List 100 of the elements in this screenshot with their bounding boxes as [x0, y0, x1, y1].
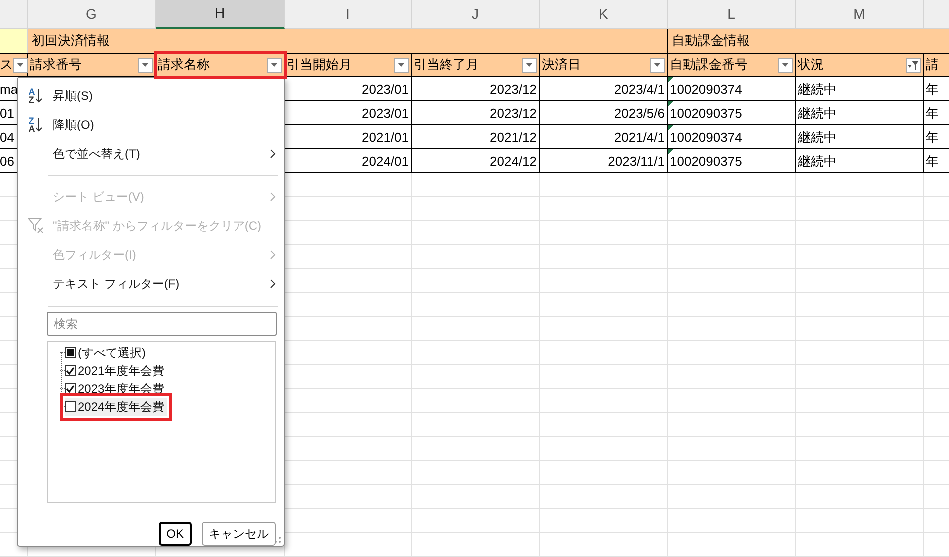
empty-cell[interactable]: [412, 221, 540, 245]
column-header[interactable]: J: [412, 0, 540, 29]
checkbox[interactable]: [65, 401, 76, 412]
empty-cell[interactable]: [668, 437, 796, 461]
empty-cell[interactable]: [668, 509, 796, 533]
filter-value-item[interactable]: 2024年度年会費: [65, 398, 167, 416]
empty-cell[interactable]: [668, 389, 796, 413]
empty-cell[interactable]: [668, 245, 796, 269]
empty-cell[interactable]: [668, 341, 796, 365]
menu-item[interactable]: 昇順(S): [53, 86, 284, 104]
empty-cell[interactable]: [796, 341, 924, 365]
dropdown-button[interactable]: [267, 58, 282, 72]
empty-cell[interactable]: [412, 437, 540, 461]
filter-button[interactable]: [906, 58, 921, 72]
empty-cell[interactable]: [796, 509, 924, 533]
empty-cell[interactable]: [412, 341, 540, 365]
empty-cell[interactable]: [540, 509, 668, 533]
empty-cell[interactable]: [540, 485, 668, 509]
empty-cell[interactable]: [796, 269, 924, 293]
menu-item[interactable]: テキスト フィルター(F): [53, 275, 270, 294]
empty-cell[interactable]: [412, 413, 540, 437]
column-header[interactable]: G: [28, 0, 156, 29]
empty-cell[interactable]: [412, 509, 540, 533]
empty-cell[interactable]: [796, 461, 924, 485]
empty-cell[interactable]: [412, 317, 540, 341]
empty-cell[interactable]: [540, 341, 668, 365]
empty-cell[interactable]: [540, 461, 668, 485]
empty-cell[interactable]: [540, 413, 668, 437]
empty-cell[interactable]: [796, 437, 924, 461]
dropdown-button[interactable]: [650, 58, 665, 72]
empty-cell[interactable]: [540, 293, 668, 317]
empty-cell[interactable]: [796, 245, 924, 269]
dropdown-button[interactable]: [522, 58, 537, 72]
filter-value-item[interactable]: 2021年度年会費: [65, 362, 167, 380]
empty-cell[interactable]: [668, 197, 796, 221]
empty-cell[interactable]: [668, 221, 796, 245]
empty-cell[interactable]: [668, 461, 796, 485]
dropdown-button[interactable]: [138, 58, 153, 72]
empty-cell[interactable]: [668, 269, 796, 293]
empty-cell[interactable]: [796, 365, 924, 389]
empty-cell[interactable]: [540, 245, 668, 269]
empty-cell[interactable]: [540, 389, 668, 413]
empty-cell[interactable]: [412, 485, 540, 509]
empty-cell[interactable]: [540, 437, 668, 461]
empty-cell[interactable]: [412, 197, 540, 221]
empty-cell[interactable]: [540, 197, 668, 221]
search-field[interactable]: 検索: [47, 312, 277, 336]
table-cell: 年: [924, 149, 949, 173]
column-header[interactable]: L: [668, 0, 796, 29]
empty-cell[interactable]: [796, 293, 924, 317]
empty-cell[interactable]: [668, 485, 796, 509]
checkbox[interactable]: [65, 347, 76, 358]
menu-item[interactable]: 降順(O): [53, 116, 284, 134]
caret-down-icon: [271, 63, 278, 67]
empty-cell[interactable]: [796, 197, 924, 221]
empty-cell[interactable]: [412, 389, 540, 413]
empty-cell[interactable]: [540, 317, 668, 341]
menu-item[interactable]: 色で並べ替え(T): [53, 144, 270, 162]
resize-grip-icon[interactable]: [274, 536, 282, 544]
empty-cell[interactable]: [668, 293, 796, 317]
checkbox[interactable]: [65, 383, 76, 394]
empty-cell[interactable]: [540, 533, 668, 557]
empty-cell[interactable]: [412, 461, 540, 485]
empty-cell[interactable]: [540, 173, 668, 197]
empty-cell[interactable]: [540, 365, 668, 389]
empty-cell[interactable]: [668, 317, 796, 341]
table-cell: 年: [924, 125, 949, 149]
empty-cell[interactable]: [412, 173, 540, 197]
empty-cell[interactable]: [796, 173, 924, 197]
column-header[interactable]: K: [540, 0, 668, 29]
ok-button[interactable]: OK: [158, 522, 192, 546]
empty-cell[interactable]: [668, 365, 796, 389]
empty-cell[interactable]: [796, 485, 924, 509]
empty-cell[interactable]: [668, 413, 796, 437]
empty-cell[interactable]: [540, 269, 668, 293]
checkbox[interactable]: [65, 365, 76, 376]
empty-cell[interactable]: [796, 413, 924, 437]
dropdown-button[interactable]: [394, 58, 409, 72]
dropdown-button[interactable]: [778, 58, 793, 72]
dropdown-button[interactable]: [13, 58, 28, 72]
column-header[interactable]: [0, 0, 28, 29]
empty-cell[interactable]: [796, 221, 924, 245]
empty-cell[interactable]: [796, 317, 924, 341]
empty-cell[interactable]: [796, 389, 924, 413]
empty-cell[interactable]: [796, 533, 924, 557]
table-cell: 継続中: [796, 149, 924, 173]
empty-cell[interactable]: [668, 173, 796, 197]
empty-cell[interactable]: [668, 533, 796, 557]
empty-cell[interactable]: [412, 245, 540, 269]
empty-cell[interactable]: [412, 533, 540, 557]
empty-cell[interactable]: [412, 269, 540, 293]
empty-cell[interactable]: [540, 221, 668, 245]
filter-value-item[interactable]: (すべて選択): [65, 344, 148, 362]
column-header[interactable]: M: [796, 0, 924, 29]
empty-cell[interactable]: [285, 533, 412, 557]
column-header[interactable]: I: [285, 0, 412, 29]
empty-cell[interactable]: [412, 293, 540, 317]
cancel-button[interactable]: キャンセル: [202, 522, 276, 546]
column-header[interactable]: H: [156, 0, 285, 29]
empty-cell[interactable]: [412, 365, 540, 389]
